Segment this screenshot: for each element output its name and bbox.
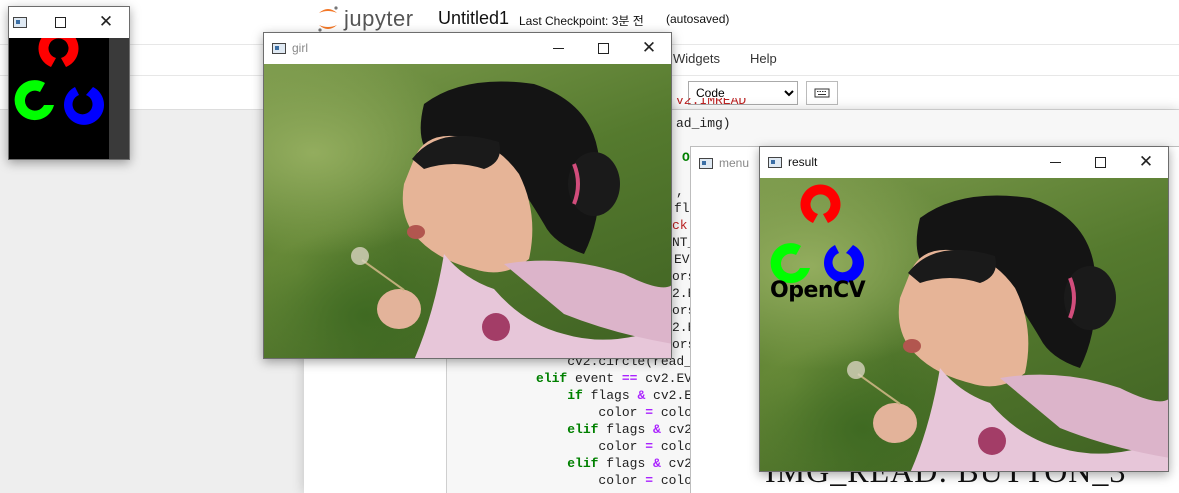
- maximize-button[interactable]: [37, 7, 83, 37]
- code-token: flags: [598, 456, 654, 471]
- code-line: if flags & cv2.EVE: [536, 387, 707, 404]
- girl-illustration: [351, 81, 671, 358]
- code-token: elif: [567, 456, 599, 471]
- code-token: ad_img): [676, 116, 731, 131]
- notebook-title[interactable]: Untitled1: [438, 8, 509, 29]
- code-line: elif flags & cv2.E: [536, 421, 707, 438]
- code-token: color: [536, 439, 646, 454]
- maximize-button[interactable]: [580, 33, 626, 63]
- code-token: color: [536, 473, 646, 488]
- menu-widgets[interactable]: Widgets: [673, 51, 720, 66]
- window-icon: [272, 42, 286, 54]
- code-token: ==: [621, 371, 638, 386]
- window-icon: [13, 16, 27, 28]
- scrollbar[interactable]: [109, 38, 129, 159]
- window-icon: [699, 157, 713, 169]
- code-line: elif event == cv2.EVE: [536, 370, 700, 387]
- code-token: O: [682, 150, 690, 165]
- code-line: color = colors: [536, 438, 707, 455]
- keyboard-icon: [814, 88, 830, 98]
- checkpoint-status: Last Checkpoint: 3분 전: [519, 14, 644, 28]
- code-token: =: [645, 473, 654, 488]
- code-token: event: [567, 371, 622, 386]
- code-token: =: [645, 405, 654, 420]
- girl-image: [264, 64, 671, 358]
- window-icon: [768, 156, 782, 168]
- opencv-logo-text: OpenCV: [770, 278, 866, 303]
- jupyter-brand: jupyter: [344, 6, 414, 31]
- code-token: elif: [567, 422, 599, 437]
- close-button[interactable]: ✕: [83, 7, 129, 37]
- minimize-button[interactable]: [1033, 147, 1079, 177]
- code-token: if: [567, 388, 583, 403]
- opencv-logo-icon: [14, 28, 105, 125]
- jupyter-logo-icon: [318, 6, 338, 32]
- close-button[interactable]: ✕: [626, 33, 671, 63]
- opencv-logo-overlay: [770, 184, 864, 284]
- autosave-status: (autosaved): [666, 12, 730, 26]
- jupyter-logo[interactable]: [316, 5, 340, 33]
- code-token: color: [536, 405, 646, 420]
- close-button[interactable]: ✕: [1123, 147, 1168, 177]
- maximize-button[interactable]: [1077, 147, 1123, 177]
- minimize-button[interactable]: [536, 33, 582, 63]
- code-token: elif: [536, 371, 568, 386]
- code-token: &: [653, 422, 661, 437]
- code-token: flags: [582, 388, 638, 403]
- code-line: ad_img): [676, 115, 731, 132]
- code-line: color = colors: [536, 404, 707, 421]
- girl-window[interactable]: girl ✕: [263, 32, 672, 359]
- code-token: =: [645, 439, 654, 454]
- girl-illustration: [770, 184, 1168, 471]
- result-image: OpenCV: [760, 178, 1168, 471]
- code-line: elif flags & cv2.E: [536, 455, 707, 472]
- code-token: &: [653, 456, 661, 471]
- code-line: color = colors: [536, 472, 707, 489]
- menu-help[interactable]: Help: [750, 51, 777, 66]
- command-palette-button[interactable]: [806, 81, 838, 105]
- code-line-partial: v2.IMREAD: [676, 98, 747, 108]
- code-line: O: [682, 149, 690, 166]
- logo-window[interactable]: ✕: [8, 6, 130, 160]
- logo-canvas: [9, 28, 109, 159]
- code-token: flags: [598, 422, 654, 437]
- result-window[interactable]: result ✕ OpenCV: [759, 146, 1169, 472]
